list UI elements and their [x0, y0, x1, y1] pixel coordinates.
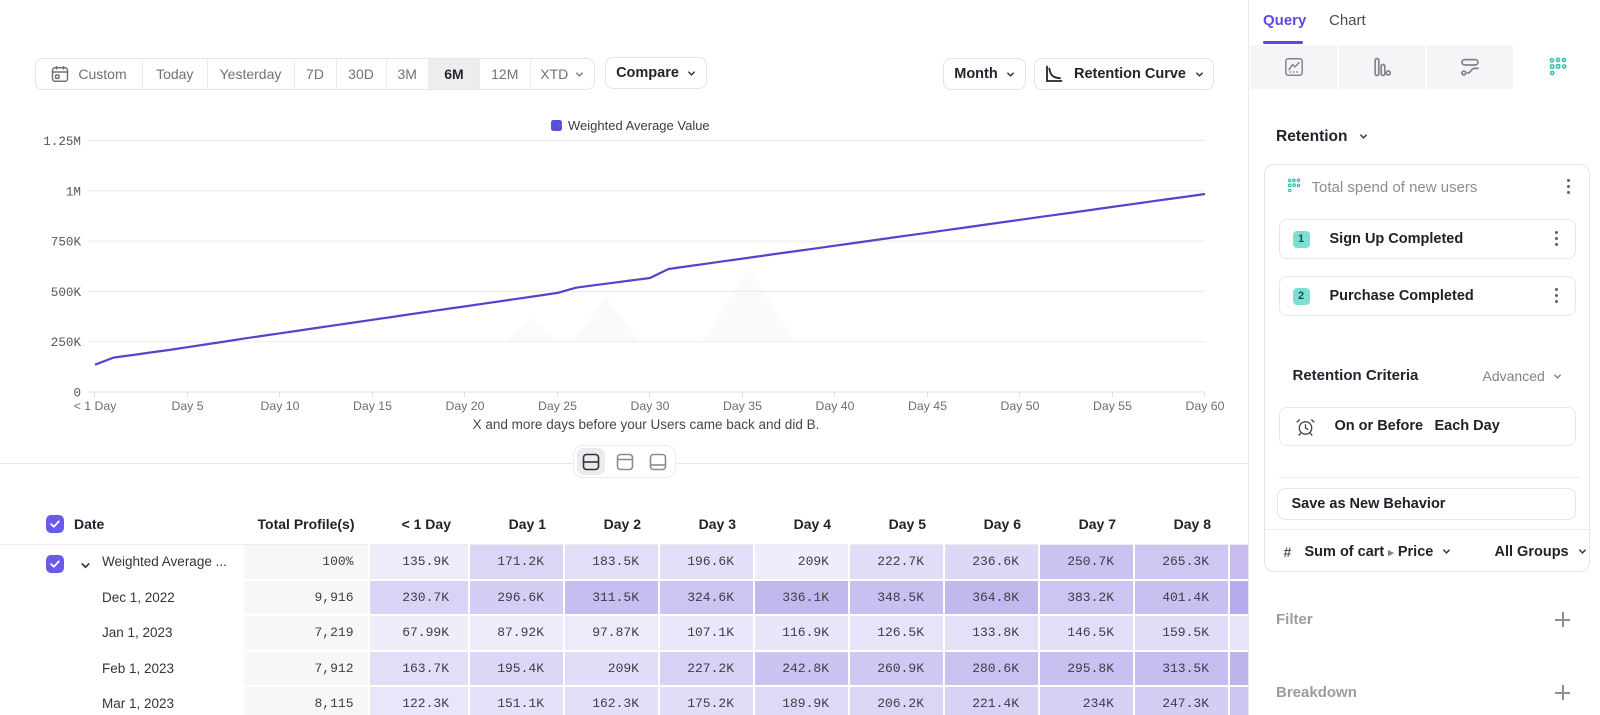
svg-text:< 1 Day: < 1 Day [74, 399, 118, 413]
svg-text:Day 25: Day 25 [538, 399, 577, 413]
svg-text:Day 40: Day 40 [816, 399, 855, 413]
svg-text:1.25M: 1.25M [43, 135, 81, 149]
svg-text:Day 35: Day 35 [723, 399, 762, 413]
svg-text:Day 55: Day 55 [1093, 399, 1132, 413]
svg-text:500K: 500K [51, 286, 82, 300]
svg-text:Day 45: Day 45 [908, 399, 947, 413]
svg-text:X and more days before your Us: X and more days before your Users came b… [473, 417, 820, 432]
svg-text:Day 10: Day 10 [261, 399, 300, 413]
svg-text:Day 50: Day 50 [1001, 399, 1040, 413]
svg-text:Day 30: Day 30 [631, 399, 670, 413]
svg-text:Day 60: Day 60 [1186, 399, 1225, 413]
svg-text:250K: 250K [51, 336, 82, 350]
svg-text:Day 20: Day 20 [446, 399, 485, 413]
svg-text:Day 5: Day 5 [171, 399, 203, 413]
svg-text:1M: 1M [66, 185, 81, 199]
svg-text:750K: 750K [51, 236, 82, 250]
svg-text:Day 15: Day 15 [353, 399, 392, 413]
